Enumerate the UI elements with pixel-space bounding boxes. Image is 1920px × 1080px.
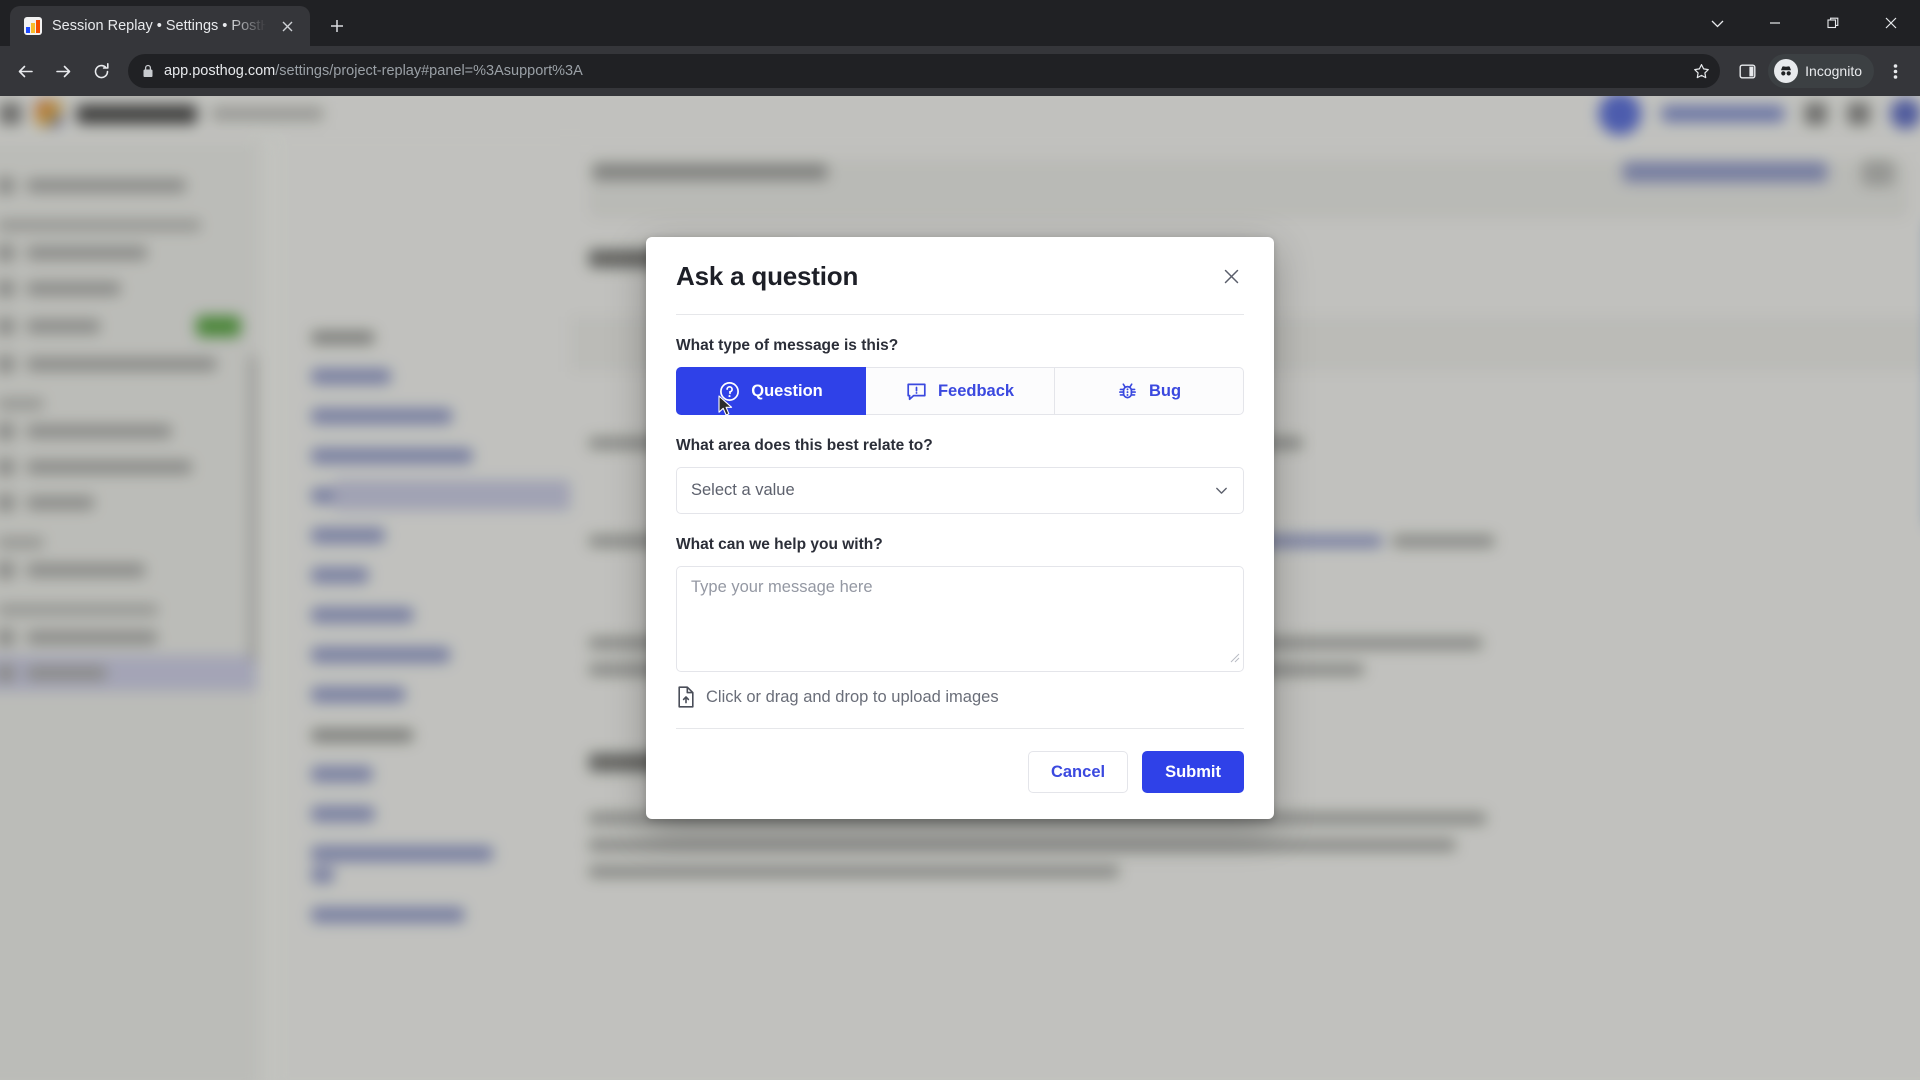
browser-toolbar: app.posthog.com/settings/project-replay#… (0, 46, 1920, 96)
side-panel-icon[interactable] (1730, 54, 1764, 88)
url-domain: app.posthog.com (164, 63, 276, 79)
message-textarea-placeholder: Type your message here (691, 578, 873, 596)
header-divider (676, 314, 1244, 315)
back-icon[interactable] (8, 54, 42, 88)
url-path: /settings/project-replay#panel=%3Asuppor… (275, 63, 583, 79)
browser-window: Session Replay • Settings • PostH app.po… (0, 0, 1920, 1080)
message-type-option-label: Feedback (937, 381, 1015, 400)
speech-bubble-alert-icon (906, 381, 927, 402)
forward-icon[interactable] (46, 54, 80, 88)
page-viewport: Ask a question What type of message is t… (0, 96, 1920, 1080)
area-label: What area does this best relate to? (676, 437, 933, 454)
tab-search-icon[interactable] (1688, 0, 1746, 46)
area-select[interactable]: Select a value (676, 467, 1244, 514)
browser-tab[interactable]: Session Replay • Settings • PostH (10, 6, 310, 46)
message-label: What can we help you with? (676, 536, 883, 553)
area-select-placeholder: Select a value (691, 481, 795, 499)
address-bar-url: app.posthog.com/settings/project-replay#… (164, 63, 583, 79)
tab-title: Session Replay • Settings • PostH (52, 18, 266, 34)
address-bar[interactable]: app.posthog.com/settings/project-replay#… (128, 54, 1721, 88)
minimize-icon[interactable] (1746, 0, 1804, 46)
message-type-option-label: Bug (1148, 381, 1182, 400)
close-window-icon[interactable] (1862, 0, 1920, 46)
bug-icon (1117, 381, 1138, 402)
incognito-icon (1774, 59, 1799, 83)
image-upload-dropzone[interactable]: Click or drag and drop to upload images (676, 686, 1244, 708)
question-circle-icon (719, 381, 740, 402)
cancel-button[interactable]: Cancel (1027, 751, 1129, 793)
new-tab-button[interactable] (320, 9, 354, 43)
restore-icon[interactable] (1804, 0, 1862, 46)
message-type-option-feedback[interactable]: Feedback (866, 367, 1055, 415)
file-upload-icon (676, 686, 696, 708)
message-type-option-question[interactable]: Question (676, 367, 866, 415)
three-dot-menu-icon[interactable] (1878, 54, 1912, 88)
profile-label: Incognito (1805, 63, 1862, 79)
tab-strip: Session Replay • Settings • PostH (0, 0, 1920, 46)
tab-close-icon[interactable] (276, 15, 298, 37)
reload-icon[interactable] (84, 54, 118, 88)
ask-a-question-dialog: Ask a question What type of message is t… (646, 237, 1274, 819)
message-type-option-label: Question (751, 381, 823, 400)
submit-button[interactable]: Submit (1142, 751, 1244, 793)
dialog-title: Ask a question (676, 261, 859, 291)
footer-divider (676, 728, 1244, 729)
posthog-favicon (24, 17, 42, 35)
dialog-footer: Cancel Submit (676, 751, 1244, 793)
window-controls (1688, 0, 1920, 46)
close-icon[interactable] (1218, 263, 1244, 289)
profile-incognito-button[interactable]: Incognito (1768, 54, 1874, 88)
message-type-label: What type of message is this? (676, 337, 899, 354)
chevron-down-icon (1214, 483, 1229, 498)
message-type-option-bug[interactable]: Bug (1055, 367, 1244, 415)
dialog-header: Ask a question (676, 261, 1244, 292)
resize-handle-icon[interactable] (1229, 650, 1240, 668)
image-upload-label: Click or drag and drop to upload images (706, 687, 999, 706)
message-type-segmented-control: Question Feedback Bug (676, 367, 1244, 415)
star-icon[interactable] (1693, 63, 1710, 80)
message-textarea[interactable]: Type your message here (676, 566, 1244, 672)
lock-icon (142, 64, 154, 78)
